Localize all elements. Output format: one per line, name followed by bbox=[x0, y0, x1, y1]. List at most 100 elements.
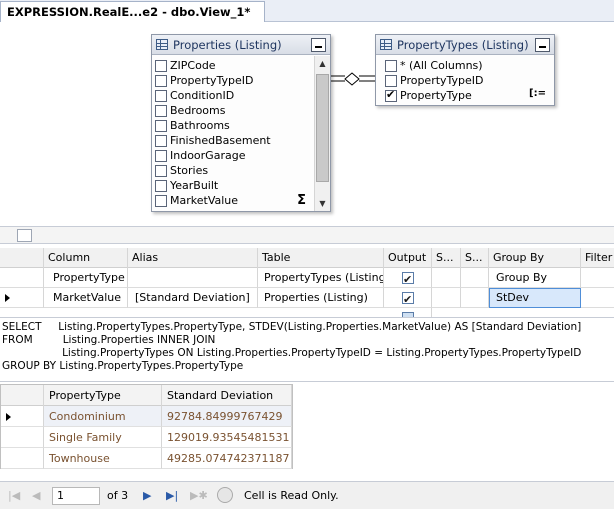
column-row-stories[interactable]: Stories bbox=[152, 163, 330, 178]
properties-table[interactable]: Properties (Listing) ZIPCode PropertyTyp… bbox=[151, 34, 331, 212]
new-record-icon[interactable]: ▶✱ bbox=[190, 488, 208, 504]
document-tab[interactable]: EXPRESSION.RealE...e2 - dbo.View_1* bbox=[0, 1, 266, 22]
column-row-propertytypeid[interactable]: PropertyTypeID bbox=[152, 73, 330, 88]
column-row-conditionid[interactable]: ConditionID bbox=[152, 88, 330, 103]
criteria-alias-cell[interactable]: [Standard Deviation] bbox=[128, 288, 258, 308]
property-types-column-list: * (All Columns) PropertyTypeID PropertyT… bbox=[376, 55, 554, 103]
column-checkbox[interactable] bbox=[155, 179, 167, 192]
results-row[interactable]: Townhouse 49285.074742371187 bbox=[1, 448, 292, 469]
scroll-thumb[interactable] bbox=[316, 74, 329, 182]
next-record-icon[interactable]: ▶ bbox=[143, 488, 151, 504]
col-header-output[interactable]: Output bbox=[384, 248, 432, 268]
col-header-sort-type[interactable]: S... bbox=[432, 248, 461, 268]
column-checkbox[interactable] bbox=[155, 104, 167, 117]
column-checkbox[interactable] bbox=[155, 89, 167, 102]
criteria-row-new[interactable] bbox=[0, 308, 614, 317]
current-record-input[interactable]: 1 bbox=[52, 487, 100, 505]
column-checkbox[interactable] bbox=[155, 119, 167, 132]
row-selector[interactable] bbox=[1, 448, 44, 469]
criteria-column-cell[interactable]: PropertyType bbox=[44, 268, 128, 288]
column-row-all-columns[interactable]: * (All Columns) bbox=[382, 58, 554, 73]
column-row-bathrooms[interactable]: Bathrooms bbox=[152, 118, 330, 133]
property-types-table[interactable]: PropertyTypes (Listing) * (All Columns) … bbox=[375, 34, 555, 106]
results-cell-std-dev[interactable]: 129019.93545481531 bbox=[162, 427, 292, 448]
column-row-yearbuilt[interactable]: YearBuilt bbox=[152, 178, 330, 193]
col-header-group-by[interactable]: Group By bbox=[489, 248, 581, 268]
column-row-bedrooms[interactable]: Bedrooms bbox=[152, 103, 330, 118]
results-col-header-std-dev[interactable]: Standard Deviation bbox=[162, 385, 292, 406]
results-cell-std-dev[interactable]: 92784.84999767429 bbox=[162, 406, 292, 427]
first-record-icon[interactable]: |◀ bbox=[8, 488, 20, 504]
sql-pane[interactable]: SELECT Listing.PropertyTypes.PropertyTyp… bbox=[0, 320, 614, 380]
column-checkbox[interactable] bbox=[385, 74, 397, 87]
results-cell-propertytype[interactable]: Single Family bbox=[44, 427, 162, 448]
criteria-column-cell[interactable]: MarketValue bbox=[44, 288, 128, 308]
criteria-filter-cell[interactable] bbox=[581, 268, 614, 288]
column-name: FinishedBasement bbox=[170, 134, 271, 147]
previous-record-icon[interactable]: ◀ bbox=[32, 488, 40, 504]
criteria-filter-cell[interactable] bbox=[581, 288, 614, 308]
last-record-icon[interactable]: ▶| bbox=[166, 488, 178, 504]
results-cell-propertytype[interactable]: Townhouse bbox=[44, 448, 162, 469]
criteria-sort-type-cell[interactable] bbox=[432, 288, 461, 308]
minimize-button[interactable] bbox=[535, 38, 550, 52]
output-checkbox[interactable] bbox=[402, 312, 414, 317]
criteria-sort-order-cell[interactable] bbox=[461, 268, 489, 288]
minimize-button[interactable] bbox=[311, 38, 326, 52]
table-icon bbox=[156, 39, 168, 50]
row-selector[interactable] bbox=[1, 406, 44, 427]
column-row-finishedbasement[interactable]: FinishedBasement bbox=[152, 133, 330, 148]
criteria-table-cell[interactable]: Properties (Listing) bbox=[258, 288, 384, 308]
col-header-alias[interactable]: Alias bbox=[128, 248, 258, 268]
criteria-output-cell[interactable] bbox=[384, 308, 432, 317]
row-selector[interactable] bbox=[0, 268, 44, 288]
results-cell-std-dev[interactable]: 49285.074742371187 bbox=[162, 448, 292, 469]
criteria-alias-cell[interactable] bbox=[128, 268, 258, 288]
row-selector[interactable] bbox=[1, 427, 44, 448]
col-header-column[interactable]: Column bbox=[44, 248, 128, 268]
scroll-down-arrow-icon[interactable]: ▼ bbox=[315, 196, 330, 211]
column-checkbox-checked[interactable] bbox=[385, 88, 397, 102]
column-row-marketvalue[interactable]: MarketValue Σ bbox=[152, 193, 330, 208]
criteria-group-by-cell-active[interactable]: StDev bbox=[489, 288, 581, 308]
criteria-group-by-cell[interactable]: Group By bbox=[489, 268, 581, 288]
column-checkbox[interactable] bbox=[155, 59, 167, 72]
results-col-header-propertytype[interactable]: PropertyType bbox=[44, 385, 162, 406]
column-checkbox[interactable] bbox=[155, 134, 167, 147]
column-checkbox[interactable] bbox=[155, 149, 167, 162]
results-cell-propertytype[interactable]: Condominium bbox=[44, 406, 162, 427]
stop-icon[interactable] bbox=[217, 487, 233, 503]
row-selector[interactable] bbox=[0, 288, 44, 308]
criteria-table-cell[interactable]: PropertyTypes (Listing) bbox=[258, 268, 384, 288]
column-row-propertytype[interactable]: PropertyType [:= bbox=[382, 88, 554, 103]
results-row[interactable]: Single Family 129019.93545481531 bbox=[1, 427, 292, 448]
column-checkbox[interactable] bbox=[155, 164, 167, 177]
diagram-horizontal-scrollbar[interactable] bbox=[0, 226, 614, 244]
join-connector[interactable] bbox=[331, 69, 375, 89]
column-row-propertytypeid[interactable]: PropertyTypeID bbox=[382, 73, 554, 88]
col-header-table[interactable]: Table bbox=[258, 248, 384, 268]
column-row-zipcode[interactable]: ZIPCode bbox=[152, 58, 330, 73]
properties-scrollbar[interactable]: ▲ ▼ bbox=[314, 56, 330, 211]
criteria-sort-order-cell[interactable] bbox=[461, 288, 489, 308]
criteria-row[interactable]: PropertyType PropertyTypes (Listing) Gro… bbox=[0, 268, 614, 288]
current-row-arrow-icon bbox=[5, 294, 10, 302]
output-checkbox[interactable] bbox=[402, 290, 414, 307]
document-tabstrip: EXPRESSION.RealE...e2 - dbo.View_1* bbox=[0, 0, 614, 22]
column-checkbox[interactable] bbox=[155, 74, 167, 87]
col-header-sort-order[interactable]: S... bbox=[461, 248, 489, 268]
criteria-sort-type-cell[interactable] bbox=[432, 268, 461, 288]
column-row-indoorgarage[interactable]: IndoorGarage bbox=[152, 148, 330, 163]
col-header-filter[interactable]: Filter bbox=[581, 248, 614, 268]
properties-table-header[interactable]: Properties (Listing) bbox=[152, 35, 330, 55]
column-checkbox[interactable] bbox=[155, 194, 167, 207]
scroll-button[interactable] bbox=[17, 229, 32, 242]
column-checkbox[interactable] bbox=[385, 59, 397, 72]
scroll-up-arrow-icon[interactable]: ▲ bbox=[315, 56, 330, 71]
results-row[interactable]: Condominium 92784.84999767429 bbox=[1, 406, 292, 427]
criteria-row-selected[interactable]: MarketValue [Standard Deviation] Propert… bbox=[0, 288, 614, 308]
criteria-output-cell[interactable] bbox=[384, 268, 432, 288]
criteria-output-cell[interactable] bbox=[384, 288, 432, 308]
property-types-table-header[interactable]: PropertyTypes (Listing) bbox=[376, 35, 554, 55]
output-checkbox[interactable] bbox=[402, 270, 414, 287]
